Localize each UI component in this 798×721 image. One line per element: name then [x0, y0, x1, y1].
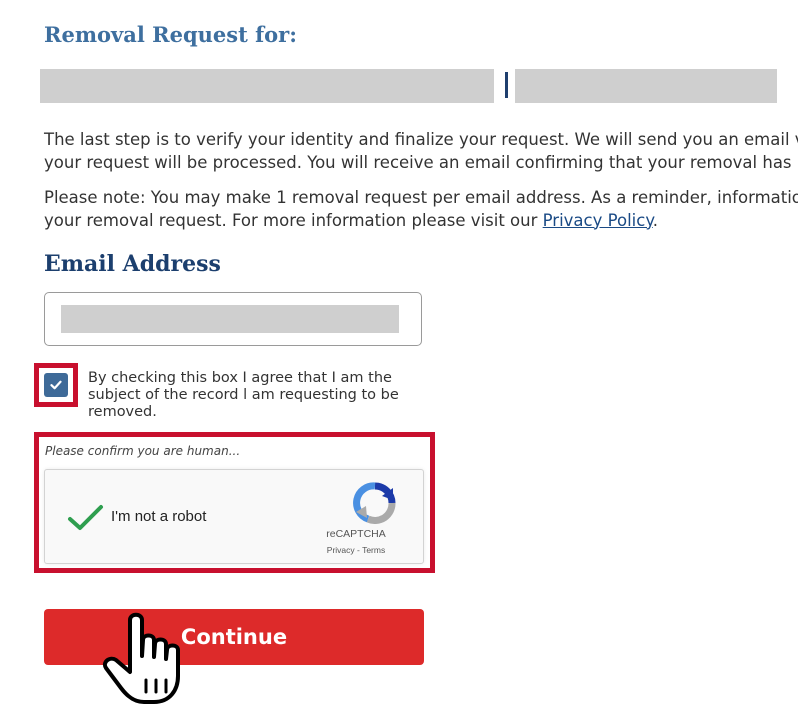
email-heading: Email Address	[44, 251, 221, 277]
consent-text: By checking this box I agree that I am t…	[88, 370, 399, 420]
hand-pointer-icon	[103, 612, 180, 704]
intro-line-1: The last step is to verify your identity…	[44, 130, 798, 149]
note-paragraph: Please note: You may make 1 removal requ…	[44, 187, 798, 232]
checkmark-icon	[50, 380, 62, 390]
recaptcha-widget[interactable]: I'm not a robot reCAPTCHA Privacy - Term…	[44, 469, 424, 564]
redacted-location-field	[515, 69, 777, 103]
note-line-2-suffix: .	[652, 210, 658, 230]
recaptcha-links[interactable]: Privacy - Terms	[301, 545, 411, 555]
privacy-policy-link[interactable]: Privacy Policy	[543, 211, 653, 230]
name-separator	[505, 72, 508, 98]
note-line-2-prefix: your removal request. For more informati…	[44, 210, 543, 230]
consent-checkbox[interactable]	[44, 373, 68, 397]
note-line-1: Please note: You may make 1 removal requ…	[44, 188, 798, 207]
redacted-name-field	[40, 69, 494, 103]
green-checkmark-icon[interactable]	[67, 502, 105, 534]
page-title: Removal Request for:	[44, 22, 297, 47]
recaptcha-brand: reCAPTCHA	[326, 528, 386, 540]
intro-line-2: your request will be processed. You will…	[44, 152, 792, 172]
captcha-prompt: Please confirm you are human...	[45, 444, 241, 458]
email-field[interactable]	[44, 292, 422, 346]
intro-paragraph: The last step is to verify your identity…	[44, 129, 798, 174]
recaptcha-logo-icon	[353, 482, 396, 524]
redacted-email-value	[61, 305, 399, 333]
captcha-label: I'm not a robot	[111, 508, 207, 525]
